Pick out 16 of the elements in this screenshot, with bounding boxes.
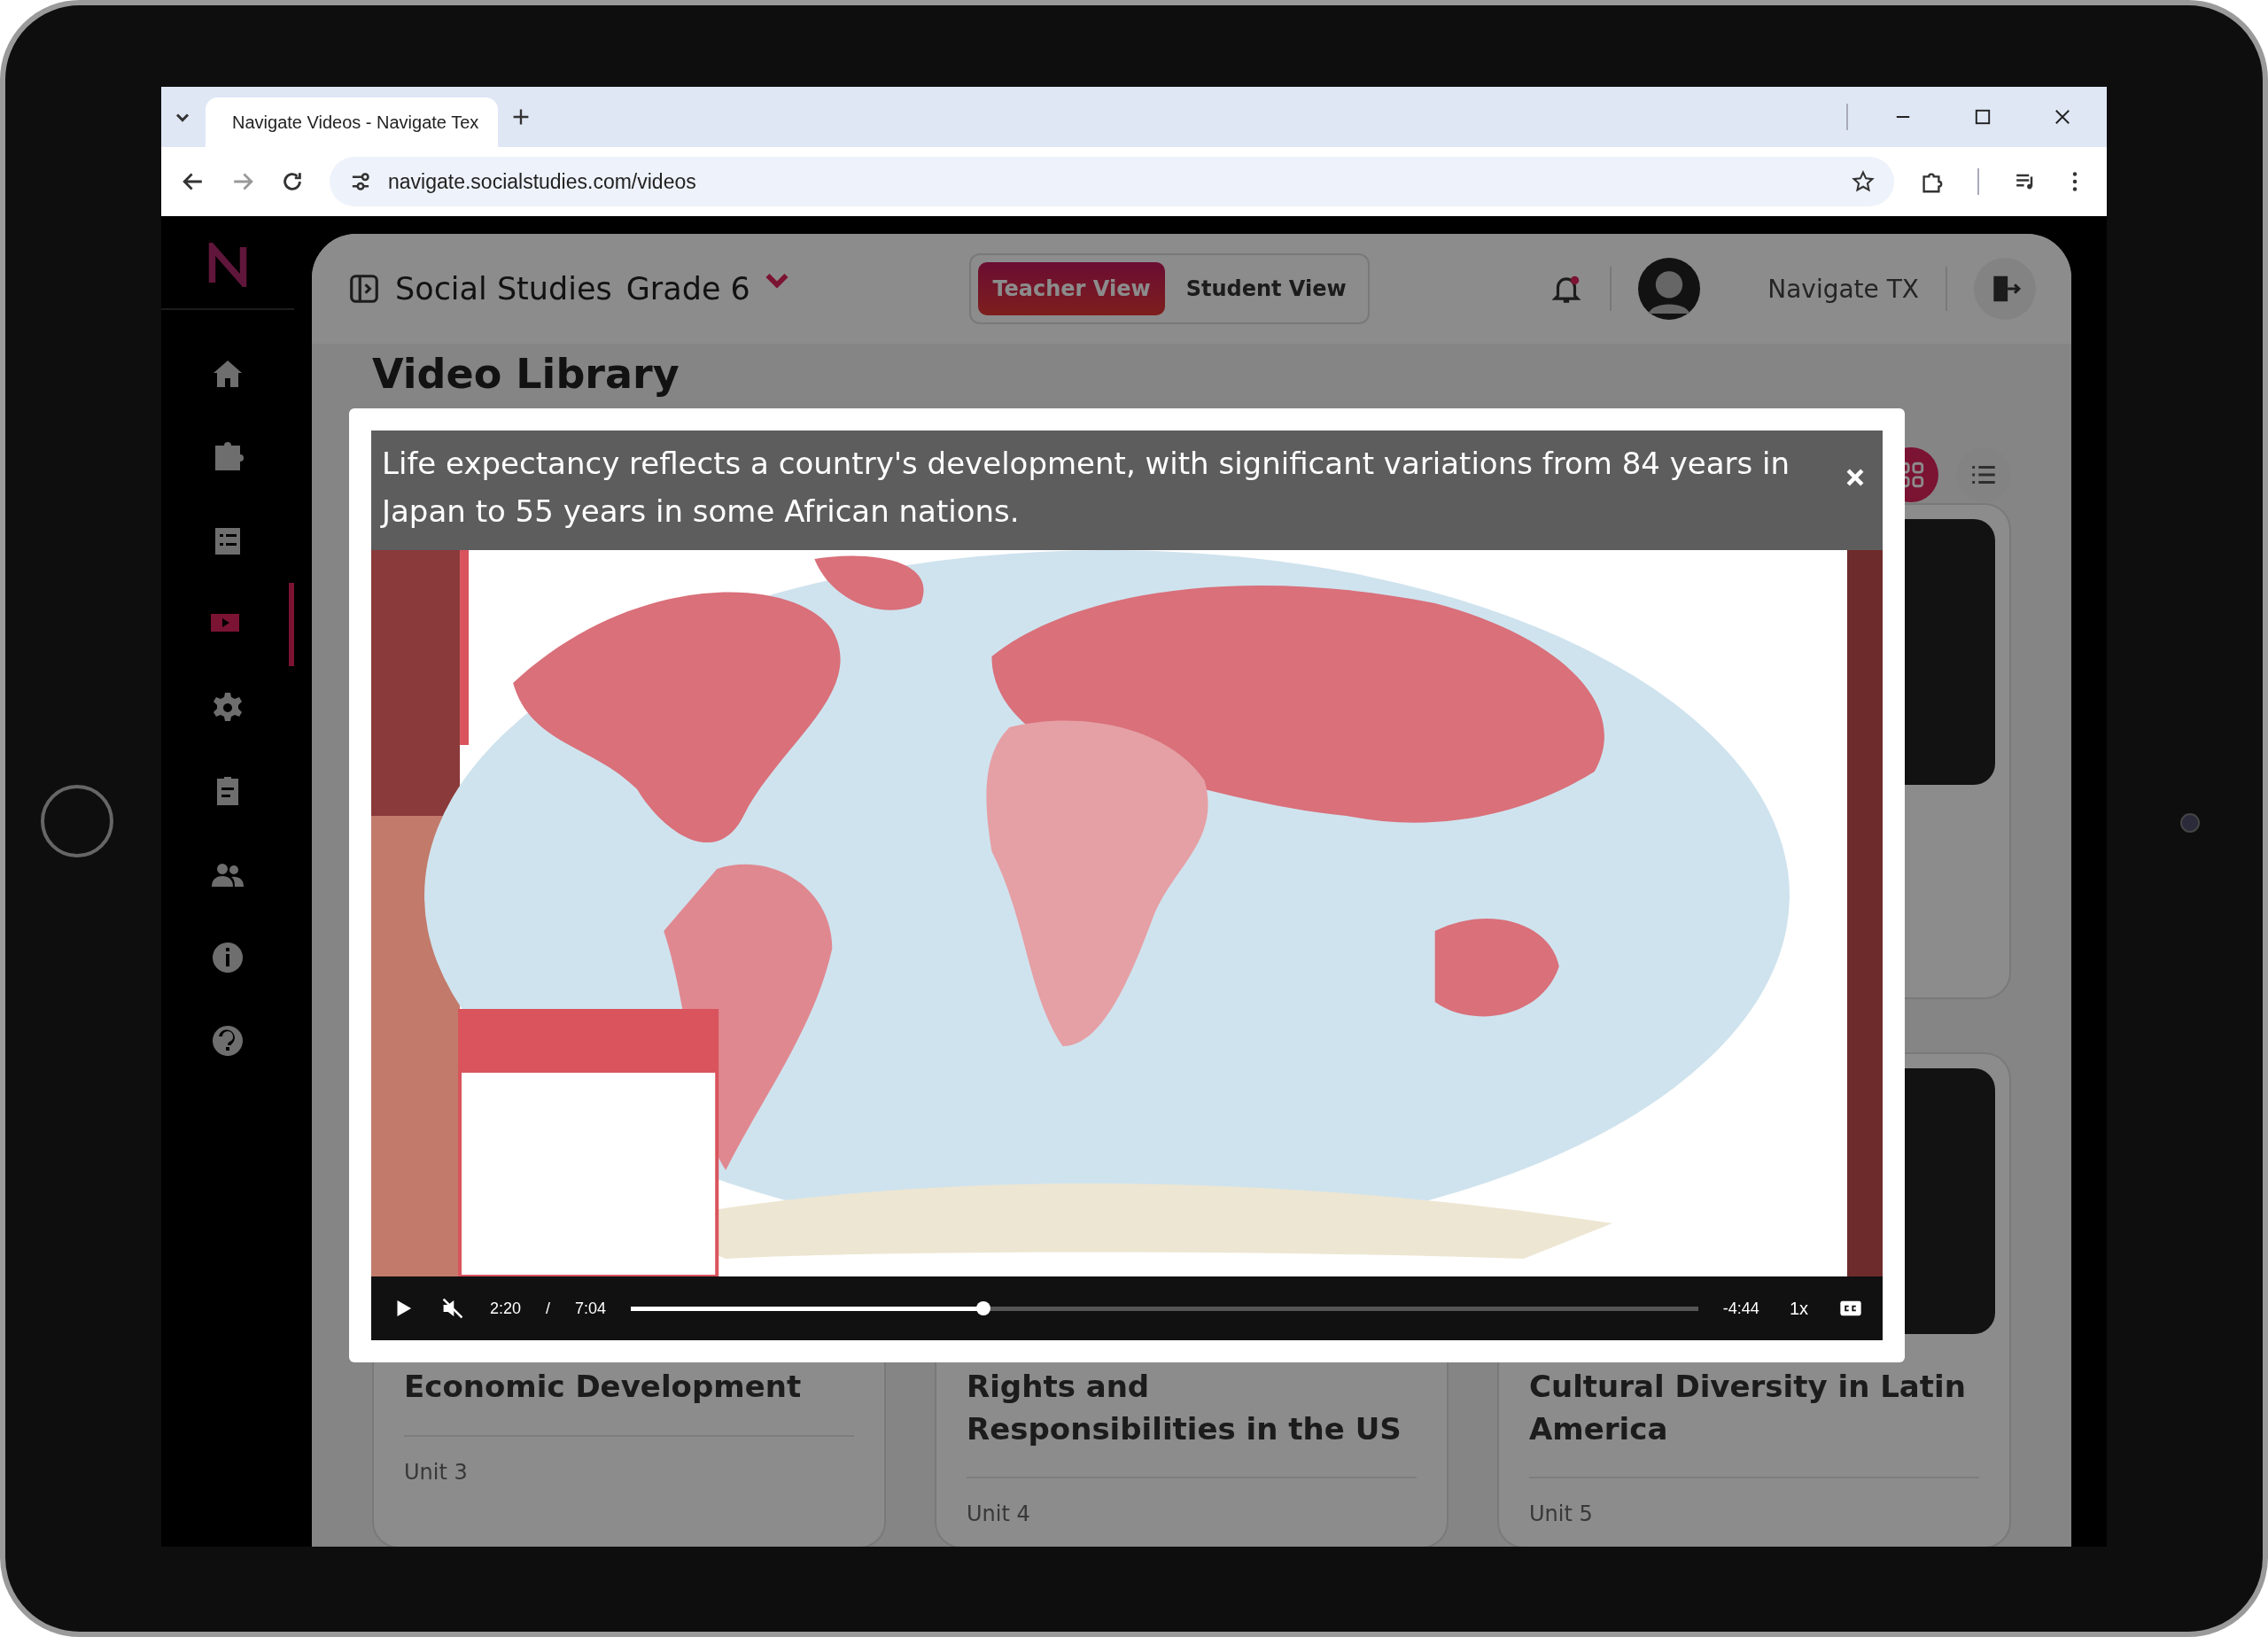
card-title: Cultural Diversity in Latin America xyxy=(1529,1368,1967,1448)
remaining-time: -4:44 xyxy=(1722,1299,1759,1318)
duration-time: 7:04 xyxy=(575,1299,607,1318)
unit-label: Unit 3 xyxy=(404,1459,469,1485)
unit-label: Unit 4 xyxy=(967,1501,1031,1527)
elapsed-time: 2:20 xyxy=(490,1299,522,1318)
card-title: Economic Development xyxy=(404,1368,803,1406)
grade-label: Grade 6 xyxy=(625,271,750,306)
tab-title: Navigate Videos - Navigate Tex xyxy=(232,112,479,133)
course-title: Social Studies xyxy=(395,271,612,306)
time-separator: / xyxy=(546,1299,551,1318)
page-title: Video Library xyxy=(372,349,680,400)
unit-label: Unit 5 xyxy=(1529,1501,1594,1527)
url-text: navigate.socialstudies.com/videos xyxy=(388,169,696,194)
card-title: Rights and Responsibilities in the US xyxy=(967,1368,1402,1448)
caption-text: Life expectancy reflects a country's development, with significant variations from 84 years in Japan to 55 years in some African nations. xyxy=(382,446,1790,529)
